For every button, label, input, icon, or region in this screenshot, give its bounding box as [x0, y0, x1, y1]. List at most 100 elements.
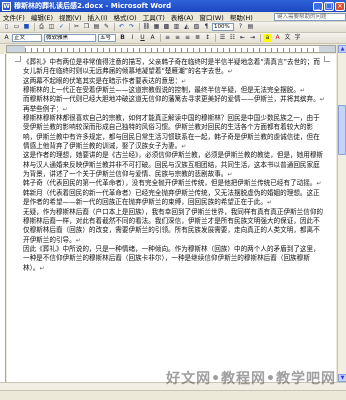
ruler-right-margin [319, 46, 335, 52]
paragraph: 这两幕不起眼的伏笔其实是在暗示作者要表达的意思：↵ [23, 77, 325, 86]
line-spacing-icon[interactable]: ↕ [203, 34, 212, 42]
site-watermark: 好文网•教程网•教学吧网 [166, 371, 336, 387]
italic-icon[interactable]: I [128, 34, 137, 42]
document-text[interactable]: 《葬礼》中有两位是非常值得注意的描写，父亲韩子奇在临终时是半信半疑地念着“清真言… [23, 58, 325, 273]
increase-indent-icon[interactable]: ⇥ [248, 34, 257, 42]
show-hide-icon[interactable]: ¶ [202, 23, 211, 31]
paragraph: 穆斯林穆斯林都很喜欢自己的宗教，如何才能真正解读中国的穆斯林？回民是中国少数民族… [23, 114, 325, 151]
document-page[interactable]: 《葬礼》中有两位是非常值得注意的描写，父亲韩子奇在临终时是半信半疑地念着“清真言… [7, 54, 336, 382]
toolbar-separator [69, 23, 70, 31]
excel-icon[interactable]: ▩ [162, 23, 171, 31]
menu-table[interactable]: 表格(A) [168, 12, 197, 22]
paragraph-mark-icon: ↵ [62, 105, 68, 113]
table-icon[interactable]: ▦ [152, 23, 161, 31]
bullets-icon[interactable]: ☷ [228, 34, 237, 42]
document-map-icon[interactable]: ▧ [192, 23, 201, 31]
undo-icon[interactable]: ↶ [117, 23, 126, 31]
paragraph-text: 这是作者的理想，她要讲的是《古兰经》，必须信仰伊斯兰教，必须是伊斯兰教的教徒，但… [23, 151, 324, 179]
align-center-icon[interactable]: ≡ [173, 34, 182, 42]
ruler-ticks [25, 48, 319, 52]
drawing-icon[interactable]: ◭ [182, 23, 191, 31]
toolbar-separator [260, 34, 261, 42]
paragraph: 《葬礼》中有两位是非常值得注意的描写，父亲韩子奇在临终时是半信半疑地念着“清真言… [23, 58, 325, 77]
help-search-input[interactable]: 键入需要帮助的问题 [274, 12, 346, 21]
save-icon[interactable]: ■ [22, 23, 31, 31]
paragraph-mark-icon: ↵ [181, 143, 187, 151]
title-bar: W 穆斯林的葬礼读后感2.docx - Microsoft Word _ □ × [0, 0, 346, 12]
open-folder-icon[interactable]: ▭ [12, 23, 21, 31]
paragraph-mark-icon: ↵ [181, 77, 187, 85]
scroll-down-icon[interactable]: ▼ [338, 374, 346, 382]
paragraph-text: 穆斯林的上一代正在受着伊斯兰——这道宗教假说的控制，最终半信半疑，但是无法完全摆… [23, 86, 300, 95]
paragraph: 韩子奇（代表回民的第一代革命者），没有完全抛开伊斯兰传统，但是他把伊斯兰传统已经… [23, 179, 325, 188]
minimize-button[interactable]: _ [313, 1, 323, 11]
decrease-indent-icon[interactable]: ⇤ [238, 34, 247, 42]
toolbar-separator [114, 23, 115, 31]
paragraph-text: 再举些例子： [23, 104, 63, 113]
styles-pane-icon[interactable]: A [2, 34, 11, 42]
format-painter-icon[interactable]: ✎ [102, 23, 111, 31]
paragraph: 再举些例子：↵ [23, 105, 325, 114]
toolbar-separator [34, 23, 35, 31]
menu-help[interactable]: 帮助(H) [227, 12, 256, 22]
paragraph-mark-icon: ↵ [319, 96, 325, 104]
print-preview-icon[interactable]: ◫ [47, 23, 56, 31]
paragraph-text: 《葬礼》中有两位是非常值得注意的描写，父亲韩子奇在临终时是半信半疑地念着“清真言… [23, 58, 320, 76]
font-color-icon[interactable]: A [273, 34, 282, 42]
menu-view[interactable]: 视图(V) [56, 12, 85, 22]
highlight-icon[interactable]: a [263, 34, 272, 42]
help-icon[interactable]: ? [236, 23, 245, 31]
redo-icon[interactable]: ↷ [127, 23, 136, 31]
horizontal-ruler[interactable] [6, 45, 336, 53]
maximize-button[interactable]: □ [324, 1, 334, 11]
close-button[interactable]: × [335, 1, 345, 11]
hyperlink-icon[interactable]: ⛓ [142, 23, 151, 31]
vertical-scrollbar[interactable]: ▲ ▼ [337, 45, 346, 382]
font-select[interactable]: 微软雅黑 [44, 34, 96, 42]
menu-file[interactable]: 文件(F) [0, 12, 28, 22]
scroll-thumb[interactable] [338, 105, 346, 155]
menu-format[interactable]: 格式(O) [111, 12, 140, 22]
underline-icon[interactable]: U [138, 34, 147, 42]
read-mode-icon[interactable]: ▤ [246, 23, 255, 31]
paragraph-text: 这两幕不起眼的伏笔其实是在暗示作者要表达的意思： [23, 76, 182, 85]
menu-edit[interactable]: 编辑(E) [28, 12, 56, 22]
scroll-up-icon[interactable]: ▲ [338, 45, 346, 53]
new-document-icon[interactable]: ▯ [2, 23, 11, 31]
enclose-char-icon[interactable]: 字 [293, 34, 302, 42]
formatting-toolbar: A 正文 微软雅黑 五号 B I U A ≡ ≡ ≡ ≣ ↕ ☰ ☷ ⇤ ⇥ a… [0, 33, 346, 44]
toolbar-separator [139, 23, 140, 31]
ruler-left-margin [7, 46, 25, 52]
paragraph: 因此《葬礼》中所说的，只是一种情绪，一种倾向。作为穆斯林（回族）中的两个人的矛盾… [23, 245, 325, 273]
spelling-icon[interactable]: ✓ [57, 23, 66, 31]
cut-icon[interactable]: ✂ [72, 23, 81, 31]
paragraph-mark-icon: ↵ [227, 68, 233, 76]
phonetic-guide-icon[interactable]: 文 [283, 34, 292, 42]
help-search: 键入需要帮助的问题 [274, 12, 346, 21]
menu-window[interactable]: 窗口(W) [196, 12, 227, 22]
bold-icon[interactable]: B [118, 34, 127, 42]
copy-icon[interactable]: ❐ [82, 23, 91, 31]
word-app-icon[interactable]: W [2, 1, 11, 11]
style-select[interactable]: 正文 [12, 34, 42, 42]
paragraph-text: 韩新月（代表着回民的新一代革命者）已经完全抛弃伊斯兰传统，又无法摆脱虚伪的婚姻的… [23, 188, 320, 207]
numbering-icon[interactable]: ☰ [218, 34, 227, 42]
print-icon[interactable]: ⎙ [37, 23, 46, 31]
align-left-icon[interactable]: ≡ [163, 34, 172, 42]
columns-icon[interactable]: ▥ [172, 23, 181, 31]
vertical-ruler[interactable] [0, 54, 6, 382]
paragraph-text: 因此《葬礼》中所说的，只是一种情绪，一种倾向。作为穆斯林（回族）中的两个人的矛盾… [23, 244, 320, 272]
justify-icon[interactable]: ≣ [193, 34, 202, 42]
menu-tools[interactable]: 工具(T) [140, 12, 168, 22]
align-right-icon[interactable]: ≡ [183, 34, 192, 42]
zoom-select[interactable]: 100% [212, 23, 234, 31]
paragraph: 无疑，作为穆斯林后裔（户口本上是回族），我有幸回到了伊斯兰世界，我同样有真有真正… [23, 208, 325, 245]
menu-insert[interactable]: 插入(I) [85, 12, 111, 22]
paragraph: 韩新月（代表着回民的新一代革命者）已经完全抛弃伊斯兰传统，又无法摆脱虚伪的婚姻的… [23, 189, 325, 208]
paragraph-mark-icon: ↵ [227, 171, 233, 179]
paragraph-mark-icon: ↵ [266, 199, 272, 207]
font-size-select[interactable]: 五号 [98, 34, 116, 42]
paste-icon[interactable]: ▤ [92, 23, 101, 31]
toolbar-separator [215, 34, 216, 42]
char-border-icon[interactable]: A [148, 34, 157, 42]
